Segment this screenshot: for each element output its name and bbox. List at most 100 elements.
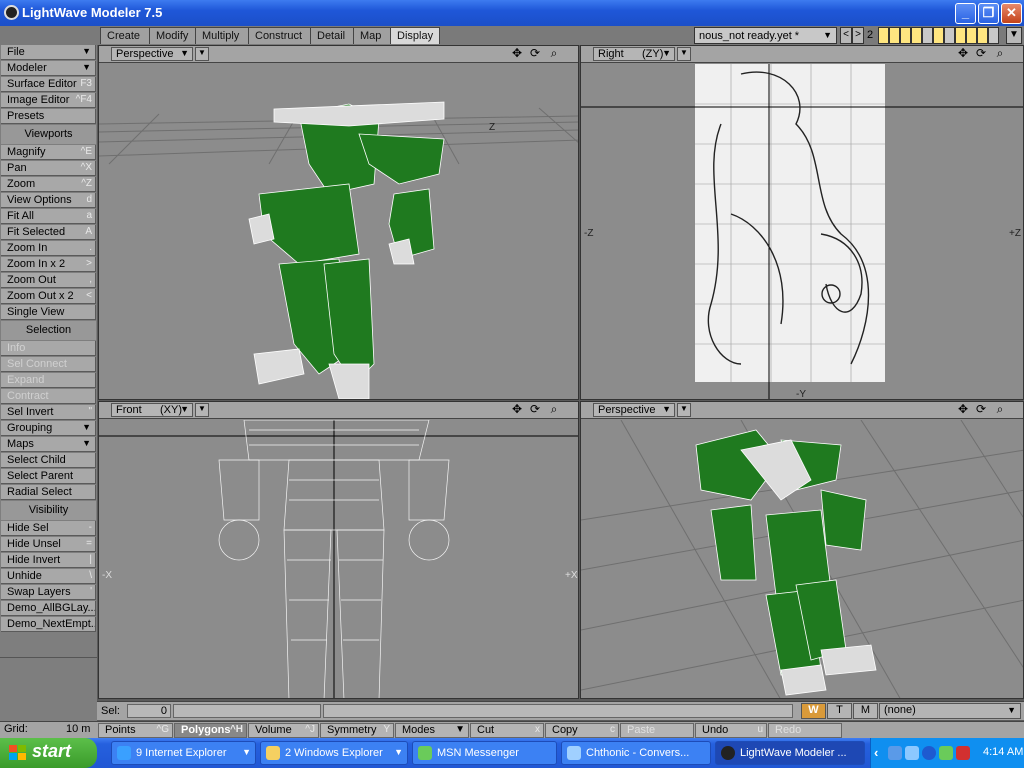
tool-button-zoom-in-x-2[interactable]: Zoom In x 2 > — [1, 257, 96, 272]
tool-button-grouping[interactable]: Grouping ▼ — [1, 421, 96, 436]
layer-slot-6[interactable] — [933, 27, 944, 44]
tool-button-magnify[interactable]: Magnify ^E — [1, 145, 96, 160]
magnify-view-icon[interactable]: ⌕ — [546, 47, 562, 61]
layer-slot-5[interactable] — [922, 27, 933, 44]
layer-slot-4[interactable] — [911, 27, 922, 44]
move-view-icon[interactable]: ✥ — [955, 47, 971, 61]
tool-button-presets[interactable]: Presets — [1, 109, 96, 124]
tab-multiply[interactable]: Multiply — [195, 27, 249, 44]
viewport-render-dropdown[interactable]: ▼ — [195, 403, 209, 417]
viewport-view-dropdown[interactable]: Perspective ▼ — [593, 403, 675, 417]
rotate-view-icon[interactable]: ⟳ — [973, 47, 989, 61]
network-icon[interactable] — [888, 746, 902, 760]
tool-button-fit-all[interactable]: Fit All a — [1, 209, 96, 224]
tool-button-zoom-out-x-2[interactable]: Zoom Out x 2 < — [1, 289, 96, 304]
layer-slot-8[interactable] — [955, 27, 966, 44]
close-button[interactable]: ✕ — [1001, 3, 1022, 24]
rotate-view-icon[interactable]: ⟳ — [527, 403, 543, 417]
tool-button-hide-sel[interactable]: Hide Sel - — [1, 521, 96, 536]
rotate-view-icon[interactable]: ⟳ — [527, 47, 543, 61]
layer-slot-7[interactable] — [944, 27, 955, 44]
layer-slot-9[interactable] — [966, 27, 977, 44]
tool-button-sel-connect[interactable]: Sel Connect — [1, 357, 96, 372]
tray-expand-icon[interactable]: ‹ — [874, 745, 878, 760]
viewport-render-dropdown[interactable]: ▼ — [677, 403, 691, 417]
symmetry-button[interactable]: Symmetry Y — [320, 723, 394, 738]
tool-button-view-options[interactable]: View Options d — [1, 193, 96, 208]
paste-button[interactable]: Paste — [620, 723, 694, 738]
polygons-button[interactable]: Polygons ^H — [174, 723, 247, 738]
tool-button-demo-nextempt[interactable]: Demo_NextEmpt... — [1, 617, 96, 632]
viewport-bottom-right[interactable]: Perspective ▼ ▼ ✥ ⟳ ⌕ — [580, 401, 1024, 699]
viewport-render-dropdown[interactable]: ▼ — [677, 47, 691, 61]
minimize-button[interactable]: _ — [955, 3, 976, 24]
layer-slot-1[interactable] — [878, 27, 889, 44]
tab-create[interactable]: Create — [100, 27, 150, 44]
tool-button-zoom-out[interactable]: Zoom Out, — [1, 273, 96, 288]
tool-button-contract[interactable]: Contract — [1, 389, 96, 404]
tool-button-modeler[interactable]: Modeler ▼ — [1, 61, 96, 76]
move-view-icon[interactable]: ✥ — [955, 403, 971, 417]
tool-button-single-view[interactable]: Single View — [1, 305, 96, 320]
tool-button-zoom-in[interactable]: Zoom In. — [1, 241, 96, 256]
viewport-view-dropdown[interactable]: Front (XY) ▼ — [111, 403, 193, 417]
viewport-top-left[interactable]: Perspective ▼ ▼ ✥ ⟳ ⌕ Z — [98, 45, 579, 400]
security-shield-icon[interactable] — [956, 746, 970, 760]
object-layer-dropdown[interactable]: nous_not ready.yet * ▼ — [694, 27, 837, 44]
viewport-render-dropdown[interactable]: ▼ — [195, 47, 209, 61]
rotate-view-icon[interactable]: ⟳ — [973, 403, 989, 417]
tool-button-hide-unsel[interactable]: Hide Unsel = — [1, 537, 96, 552]
volume-icon[interactable] — [905, 746, 919, 760]
tool-button-radial-select[interactable]: Radial Select — [1, 485, 96, 500]
tool-button-swap-layers[interactable]: Swap Layers ' — [1, 585, 96, 600]
redo-button[interactable]: Redo — [768, 723, 842, 738]
modes-button[interactable]: Modes ▼ — [395, 723, 469, 738]
layer-slot-11[interactable] — [988, 27, 999, 44]
start-button[interactable]: start — [0, 738, 97, 768]
tool-button-hide-invert[interactable]: Hide Invert | — [1, 553, 96, 568]
tool-button-zoom[interactable]: Zoom ^Z — [1, 177, 96, 192]
tool-button-file[interactable]: File ▼ — [1, 45, 96, 60]
viewport-bottom-left[interactable]: Front (XY) ▼ ▼ ✥ ⟳ ⌕ -X +X — [98, 401, 579, 699]
volume-button[interactable]: Volume ^J — [248, 723, 319, 738]
tool-button-expand[interactable]: Expand — [1, 373, 96, 388]
tool-button-select-child[interactable]: Select Child — [1, 453, 96, 468]
magnify-view-icon[interactable]: ⌕ — [992, 47, 1008, 61]
tool-button-sel-invert[interactable]: Sel Invert " — [1, 405, 96, 420]
texture-map-button[interactable]: T — [827, 703, 852, 719]
tab-modify[interactable]: Modify — [149, 27, 196, 44]
move-view-icon[interactable]: ✥ — [509, 403, 525, 417]
tool-button-select-parent[interactable]: Select Parent — [1, 469, 96, 484]
points-button[interactable]: Points ^G — [98, 723, 173, 738]
cut-button[interactable]: Cut x — [470, 723, 544, 738]
vertex-map-dropdown[interactable]: (none) ▼ — [879, 703, 1021, 719]
layer-slot-2[interactable] — [889, 27, 900, 44]
magnify-view-icon[interactable]: ⌕ — [992, 403, 1008, 417]
task-internet-explorer[interactable]: 9 Internet Explorer ▼ — [111, 741, 256, 765]
tool-button-unhide[interactable]: Unhide \ — [1, 569, 96, 584]
layer-slot-10[interactable] — [977, 27, 988, 44]
tab-detail[interactable]: Detail — [310, 27, 354, 44]
morph-map-button[interactable]: M — [853, 703, 878, 719]
tool-button-surface-editor[interactable]: Surface Editor F3 — [1, 77, 96, 92]
info-icon[interactable] — [922, 746, 936, 760]
restore-button[interactable]: ❐ — [978, 3, 999, 24]
tab-construct[interactable]: Construct — [248, 27, 311, 44]
move-view-icon[interactable]: ✥ — [509, 47, 525, 61]
viewport-view-dropdown[interactable]: Perspective ▼ — [111, 47, 193, 61]
magnify-view-icon[interactable]: ⌕ — [546, 403, 562, 417]
tab-display[interactable]: Display — [390, 27, 440, 44]
task-lightwave-modeler[interactable]: LightWave Modeler ... — [715, 741, 865, 765]
tool-button-pan[interactable]: Pan ^X — [1, 161, 96, 176]
tool-button-image-editor[interactable]: Image Editor ^F4 — [1, 93, 96, 108]
copy-button[interactable]: Copy c — [545, 723, 619, 738]
tool-button-demo-allbglay[interactable]: Demo_AllBGLay... — [1, 601, 96, 616]
undo-button[interactable]: Undo u — [695, 723, 767, 738]
tab-map[interactable]: Map — [353, 27, 391, 44]
tool-button-info[interactable]: Info — [1, 341, 96, 356]
tool-button-maps[interactable]: Maps ▼ — [1, 437, 96, 452]
task-conversation[interactable]: Chthonic - Convers... — [561, 741, 711, 765]
prev-layer-button[interactable]: < — [840, 27, 852, 44]
task-msn-messenger[interactable]: MSN Messenger — [412, 741, 557, 765]
tool-button-fit-selected[interactable]: Fit Selected A — [1, 225, 96, 240]
